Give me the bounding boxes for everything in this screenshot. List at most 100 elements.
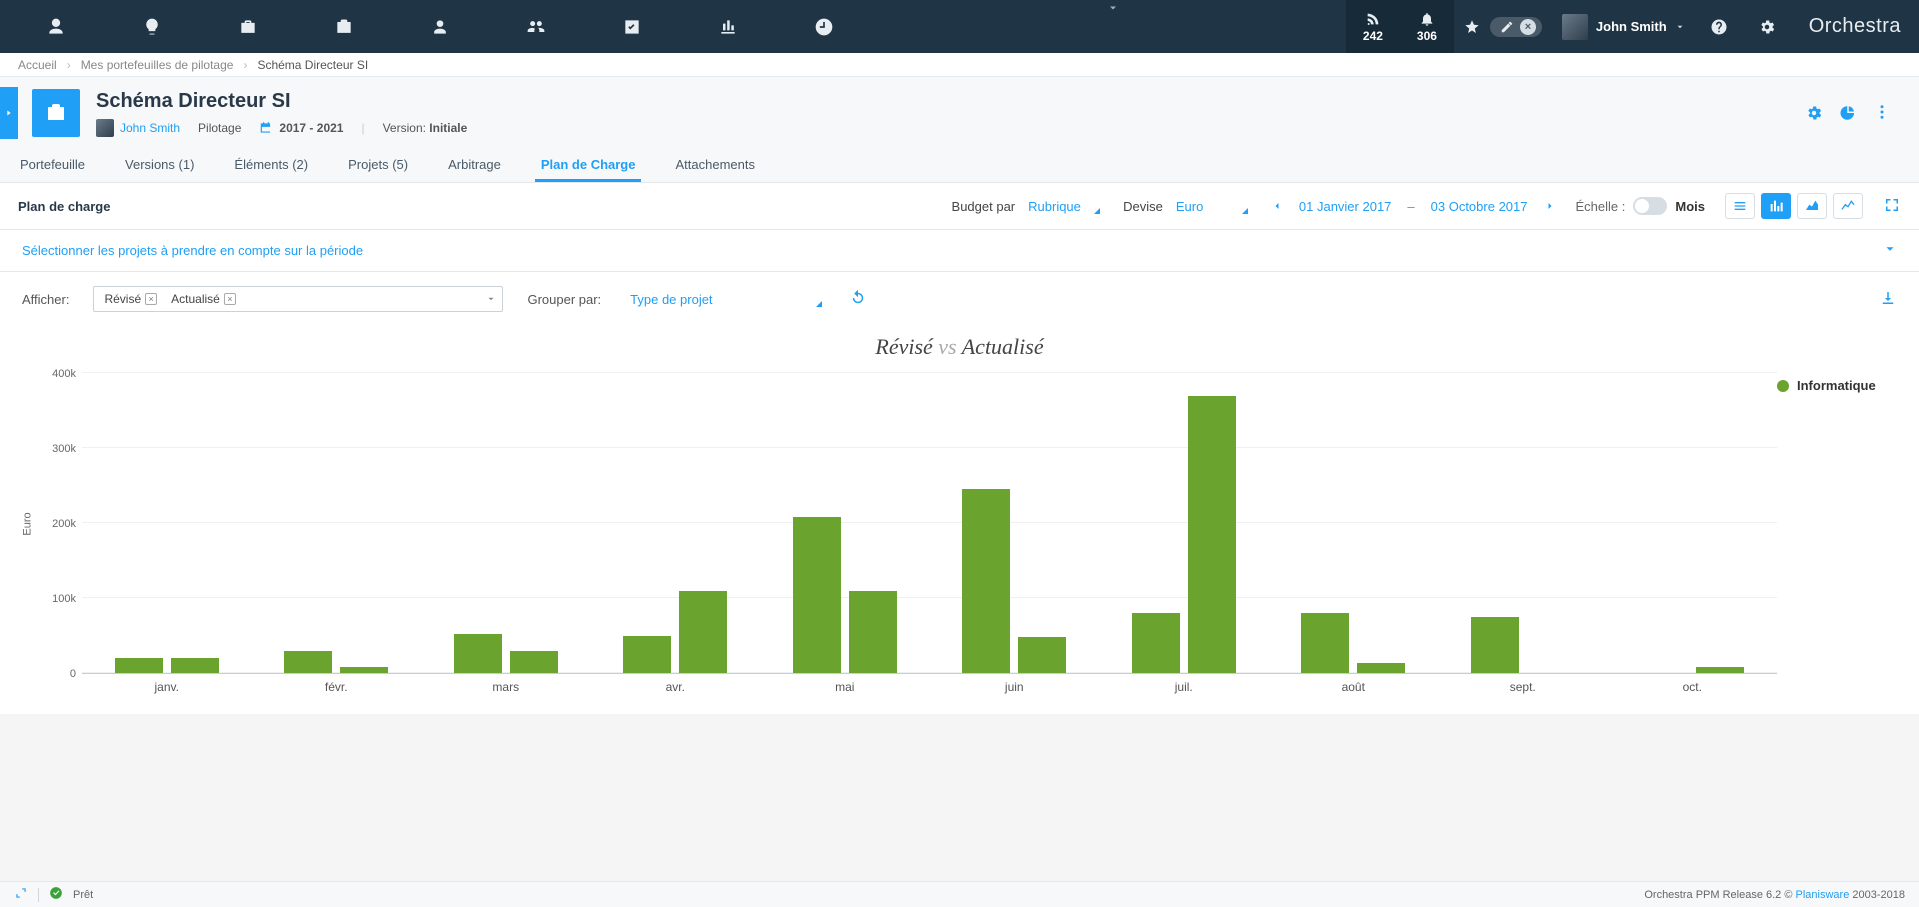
edit-icon: [1500, 20, 1514, 34]
tab-versions[interactable]: Versions (1): [119, 147, 200, 182]
bar-group: [82, 658, 252, 673]
more-vertical-icon[interactable]: [1873, 103, 1891, 121]
owner-avatar: [96, 119, 114, 137]
nav-icon-person[interactable]: [8, 0, 104, 53]
nav-feed[interactable]: 242: [1346, 0, 1400, 53]
nav-icon-check[interactable]: [584, 0, 680, 53]
bar[interactable]: [1018, 637, 1066, 673]
chart-title: Révisé vs Actualisé: [22, 334, 1897, 360]
nav-pill[interactable]: ×: [1490, 17, 1542, 37]
nav-icon-team[interactable]: [488, 0, 584, 53]
grouper-label: Grouper par:: [527, 292, 601, 307]
bar[interactable]: [849, 591, 897, 674]
pill-close-icon[interactable]: ×: [1520, 19, 1536, 35]
header-period: 2017 - 2021: [279, 121, 343, 135]
chip-remove-icon[interactable]: ×: [145, 293, 157, 305]
nav-notifications[interactable]: 306: [1400, 0, 1454, 53]
bar[interactable]: [284, 651, 332, 674]
nav-icon-clock[interactable]: [776, 0, 872, 53]
view-list-button[interactable]: [1725, 193, 1755, 219]
date-from[interactable]: 01 Janvier 2017: [1299, 199, 1392, 214]
bar[interactable]: [679, 591, 727, 674]
afficher-multiselect[interactable]: Révisé× Actualisé×: [93, 286, 503, 312]
scale-label: Échelle :: [1576, 199, 1626, 214]
legend-dot-icon: [1777, 380, 1789, 392]
nav-settings[interactable]: [1743, 0, 1791, 53]
bar[interactable]: [115, 658, 163, 673]
crumb-sep: ›: [243, 58, 247, 72]
crumb-1[interactable]: Mes portefeuilles de pilotage: [81, 58, 234, 72]
nav-icon-user[interactable]: [392, 0, 488, 53]
tab-elements[interactable]: Éléments (2): [228, 147, 314, 182]
nav-feed-count: 242: [1363, 29, 1383, 43]
bar[interactable]: [1132, 613, 1180, 673]
tab-projets[interactable]: Projets (5): [342, 147, 414, 182]
bar[interactable]: [962, 489, 1010, 673]
refresh-icon[interactable]: [849, 289, 867, 307]
budget-label: Budget par: [952, 199, 1016, 214]
bar[interactable]: [1696, 667, 1744, 673]
date-prev-icon[interactable]: [1271, 200, 1283, 212]
date-dash: –: [1407, 199, 1414, 214]
budget-select[interactable]: Rubrique: [1023, 196, 1103, 217]
view-area-button[interactable]: [1797, 193, 1827, 219]
tab-plan-de-charge[interactable]: Plan de Charge: [535, 147, 642, 182]
nav-user[interactable]: John Smith: [1552, 0, 1695, 53]
view-bar-button[interactable]: [1761, 193, 1791, 219]
owner-name[interactable]: John Smith: [120, 121, 180, 135]
gear-icon[interactable]: [1805, 104, 1823, 122]
bar[interactable]: [454, 634, 502, 673]
bar-group: [1608, 667, 1778, 673]
header-actions: [1805, 103, 1901, 124]
tab-portefeuille[interactable]: Portefeuille: [14, 147, 91, 182]
chart-wrap: Euro 0100k200k300k400k Informatique: [22, 374, 1897, 674]
bar[interactable]: [340, 667, 388, 673]
y-tick: 0: [70, 668, 76, 680]
bar[interactable]: [1301, 613, 1349, 673]
export-icon[interactable]: [1879, 289, 1897, 307]
x-tick: mai: [760, 674, 930, 694]
chip-remove-icon[interactable]: ×: [224, 293, 236, 305]
crumb-0[interactable]: Accueil: [18, 58, 57, 72]
bar[interactable]: [793, 517, 841, 673]
devise-label: Devise: [1123, 199, 1163, 214]
footer-release-link[interactable]: Planisware: [1796, 889, 1850, 901]
grouper-select[interactable]: Type de projet: [625, 289, 825, 310]
filter-link[interactable]: Sélectionner les projets à prendre en co…: [22, 243, 1883, 258]
bar[interactable]: [623, 636, 671, 674]
nav-notif-count: 306: [1417, 29, 1437, 43]
footer-expand-icon[interactable]: [14, 886, 28, 903]
nav-icon-idea[interactable]: [104, 0, 200, 53]
bar[interactable]: [510, 651, 558, 674]
x-tick: févr.: [252, 674, 422, 694]
chevron-down-icon[interactable]: [1883, 242, 1897, 256]
legend-item: Informatique: [1777, 378, 1897, 393]
scale-toggle[interactable]: [1633, 197, 1667, 215]
star-icon[interactable]: [1464, 19, 1480, 35]
date-next-icon[interactable]: [1544, 200, 1556, 212]
pie-icon[interactable]: [1839, 104, 1857, 122]
bar[interactable]: [171, 658, 219, 673]
tab-arbitrage[interactable]: Arbitrage: [442, 147, 507, 182]
version-value: Initiale: [429, 121, 467, 135]
nav-icon-portfolio[interactable]: [296, 0, 392, 53]
nav-help[interactable]: [1695, 0, 1743, 53]
bar[interactable]: [1188, 396, 1236, 674]
nav-icon-chart[interactable]: [680, 0, 776, 53]
crumb-sep: ›: [67, 58, 71, 72]
sidebar-toggle[interactable]: [0, 87, 18, 139]
nav-more-chevron[interactable]: [880, 0, 1346, 53]
date-to[interactable]: 03 Octobre 2017: [1431, 199, 1528, 214]
nav-icon-briefcase[interactable]: [200, 0, 296, 53]
devise-select[interactable]: Euro: [1171, 196, 1251, 217]
bar[interactable]: [1357, 663, 1405, 674]
view-line-button[interactable]: [1833, 193, 1863, 219]
pilotage-label: Pilotage: [198, 121, 241, 135]
fullscreen-button[interactable]: [1883, 196, 1901, 217]
toolbar: Plan de charge Budget par Rubrique Devis…: [0, 183, 1919, 230]
x-tick: août: [1269, 674, 1439, 694]
bar-group: [1438, 617, 1608, 673]
bar[interactable]: [1471, 617, 1519, 673]
view-buttons: [1725, 193, 1863, 219]
tab-attachements[interactable]: Attachements: [669, 147, 761, 182]
